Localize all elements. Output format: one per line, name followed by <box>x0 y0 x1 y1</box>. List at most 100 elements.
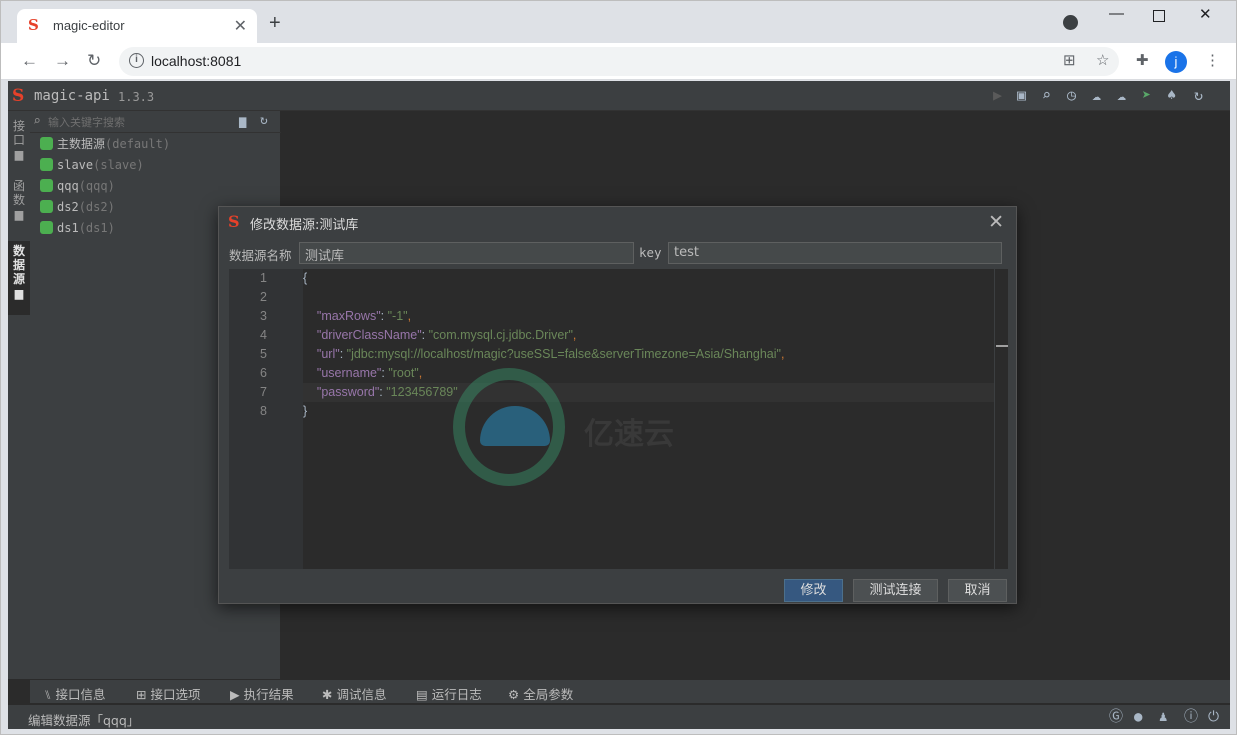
tab-global-params[interactable]: ⚙ 全局参数 <box>508 684 573 703</box>
list-item[interactable]: ds1(ds1) <box>40 218 115 238</box>
datasource-icon <box>40 179 53 192</box>
forward-button[interactable]: → <box>54 52 71 70</box>
close-window-button[interactable]: ✕ <box>1199 5 1212 23</box>
log-icon: ▤ <box>416 687 432 702</box>
gitee-icon[interactable]: Ⓖ <box>1109 710 1123 725</box>
list-item[interactable]: slave(slave) <box>40 155 144 175</box>
line-number: 2 <box>260 290 267 304</box>
search-icon[interactable]: ⌕ <box>1042 87 1051 103</box>
tab-run-log[interactable]: ▤ 运行日志 <box>416 684 482 703</box>
line-number-gutter: 1 2 3 4 5 6 7 8 <box>229 269 303 569</box>
grid-icon: ⊞ <box>136 687 151 702</box>
code-line: "maxRows": "-1", <box>316 309 412 323</box>
scroll-marker <box>996 345 1008 347</box>
translate-icon[interactable]: ⊞ <box>1063 53 1076 69</box>
tab-datasource[interactable]: 数据源 ▆ <box>8 241 30 315</box>
history-icon[interactable]: ◷ <box>1067 87 1076 103</box>
editor-scrollbar[interactable] <box>994 269 1008 569</box>
browser-menu-icon[interactable]: ⋮ <box>1205 53 1220 69</box>
save-icon[interactable]: ▣ <box>1017 87 1026 103</box>
tab-label: 接口信息 <box>55 687 106 702</box>
config-code-editor[interactable]: 1 2 3 4 5 6 7 8 { "maxRows": "-1", "driv… <box>229 269 1008 569</box>
datasource-key: (ds1) <box>78 221 115 235</box>
extensions-icon[interactable]: ✚ <box>1136 53 1149 69</box>
datasource-key: (slave) <box>93 158 144 172</box>
datasource-name-field[interactable]: 测试库 <box>299 242 634 264</box>
save-button[interactable]: 修改 <box>784 579 843 602</box>
folder-icon: ▆ <box>14 148 24 161</box>
code-line: { <box>303 269 307 288</box>
dialog-title: 修改数据源:测试库 <box>250 218 359 233</box>
list-item[interactable]: qqq(qqq) <box>40 176 115 196</box>
back-button[interactable]: ← <box>21 52 38 70</box>
json-key: "username" <box>316 366 382 380</box>
tab-label: 运行日志 <box>431 687 482 702</box>
tab-functions[interactable]: 函数 ▆ <box>8 179 30 231</box>
close-icon[interactable]: ✕ <box>988 211 1004 234</box>
datasource-key: (default) <box>105 137 171 151</box>
brace: } <box>303 404 308 418</box>
minimize-button[interactable]: — <box>1109 5 1124 22</box>
line-number: 4 <box>260 328 267 342</box>
browser-window: S magic-editor ✕ + — ✕ ← → ↻ i localhost… <box>0 0 1237 735</box>
datasource-key: (ds2) <box>78 200 115 214</box>
new-tab-button[interactable]: + <box>269 13 281 33</box>
tab-api[interactable]: 接口 ▆ <box>8 119 30 171</box>
tab-debug-info[interactable]: ✱ 调试信息 <box>322 684 386 703</box>
bookmark-star-icon[interactable]: ☆ <box>1096 53 1109 69</box>
status-text: 编辑数据源「qqq」 <box>28 713 140 728</box>
search-bar[interactable]: ⌕ 输入关键字搜索 ▆ ↻ <box>30 111 281 133</box>
new-folder-icon[interactable]: ▆ <box>239 114 246 128</box>
datasource-name: qqq <box>57 179 79 193</box>
address-bar[interactable]: i localhost:8081 <box>119 47 1119 76</box>
datasource-name: ds1 <box>57 221 79 235</box>
bug-icon: ✱ <box>322 687 337 702</box>
tab-close-button[interactable]: ✕ <box>234 16 247 36</box>
line-number: 7 <box>260 385 267 399</box>
line-number: 6 <box>260 366 267 380</box>
play-icon: ▶ <box>230 687 244 702</box>
push-icon[interactable]: ➤ <box>1142 87 1151 103</box>
profile-avatar[interactable]: j <box>1165 51 1187 73</box>
tab-api-info[interactable]: ⑊ 接口信息 <box>44 684 106 703</box>
download-cloud-icon[interactable]: ☁ <box>1117 87 1126 103</box>
skin-icon[interactable]: ♠ <box>1167 87 1176 103</box>
search-input[interactable]: 输入关键字搜索 <box>48 114 125 130</box>
media-control-icon[interactable] <box>1063 15 1078 30</box>
datasource-name-label: 数据源名称 <box>229 248 292 263</box>
cancel-button[interactable]: 取消 <box>948 579 1007 602</box>
test-connection-button[interactable]: 测试连接 <box>853 579 938 602</box>
reload-button[interactable]: ↻ <box>87 52 101 70</box>
maximize-button[interactable] <box>1153 10 1165 22</box>
help-icon[interactable]: ⓘ <box>1184 710 1198 725</box>
datasource-icon <box>40 137 53 150</box>
browser-tab[interactable]: S magic-editor ✕ <box>17 9 257 43</box>
tab-label: 全局参数 <box>523 687 574 702</box>
upload-cloud-icon[interactable]: ☁ <box>1092 87 1101 103</box>
json-key: "password" <box>316 385 380 399</box>
github-icon[interactable]: ● <box>1134 710 1142 725</box>
code-line: "driverClassName": "com.mysql.cj.jdbc.Dr… <box>316 328 577 342</box>
api-info-icon: ⑊ <box>44 687 56 702</box>
magic-api-favicon-icon: S <box>28 16 39 34</box>
power-icon[interactable]: ⏻ <box>1208 710 1219 725</box>
datasource-name: ds2 <box>57 200 79 214</box>
code-line: } <box>303 402 307 421</box>
refresh-icon[interactable]: ↻ <box>260 113 268 128</box>
list-item[interactable]: ds2(ds2) <box>40 197 115 217</box>
qq-icon[interactable]: ♟ <box>1159 710 1167 725</box>
tab-title: magic-editor <box>53 18 125 33</box>
refresh-icon[interactable]: ↻ <box>1194 87 1203 103</box>
tab-api-options[interactable]: ⊞ 接口选项 <box>136 684 200 703</box>
run-icon[interactable]: ▶ <box>993 87 1002 103</box>
tab-run-result[interactable]: ▶ 执行结果 <box>230 684 294 703</box>
line-number: 5 <box>260 347 267 361</box>
json-value: "com.mysql.cj.jdbc.Driver" <box>428 328 573 342</box>
code-line: "username": "root", <box>316 366 423 380</box>
key-field[interactable]: test <box>668 242 1002 264</box>
tab-label: 接口选项 <box>150 687 201 702</box>
dialog-header: S 修改数据源:测试库 ✕ <box>219 207 1016 237</box>
list-item[interactable]: 主数据源(default) <box>40 134 170 154</box>
site-info-icon[interactable]: i <box>129 53 144 68</box>
status-bar: 编辑数据源「qqq」 Ⓖ ● ♟ ⓘ ⏻ <box>8 704 1230 729</box>
